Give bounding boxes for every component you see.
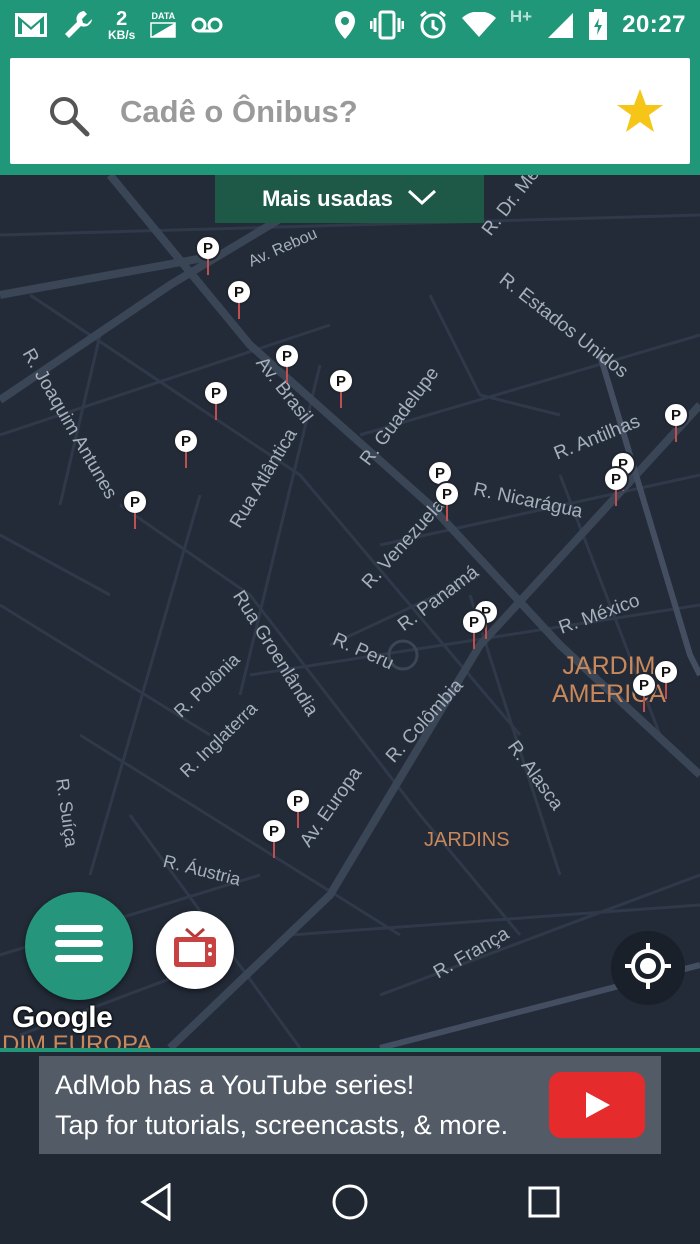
ad-headline: AdMob has a YouTube series! bbox=[55, 1070, 415, 1100]
parking-pin[interactable]: P bbox=[663, 402, 689, 444]
cell-signal-icon bbox=[546, 11, 574, 39]
data-label: DATA bbox=[151, 10, 176, 21]
battery-icon bbox=[588, 9, 608, 41]
parking-pin[interactable]: P bbox=[631, 672, 657, 714]
parking-pin[interactable]: P bbox=[173, 428, 199, 470]
status-bar: 2 KB/s DATA H+ 20:27 bbox=[0, 0, 700, 50]
ad-subtext: Tap for tutorials, screencasts, & more. bbox=[55, 1110, 509, 1140]
chevron-down-icon bbox=[407, 186, 437, 212]
voicemail-icon bbox=[191, 16, 223, 34]
gmail-icon bbox=[14, 11, 48, 39]
location-icon bbox=[334, 10, 356, 40]
search-input[interactable]: Cadê o Ônibus? bbox=[120, 94, 358, 130]
star-icon[interactable] bbox=[616, 88, 664, 139]
status-left-icons: 2 KB/s DATA bbox=[14, 6, 223, 44]
parking-pin[interactable]: P bbox=[274, 343, 300, 385]
vibrate-icon bbox=[369, 10, 404, 40]
youtube-play-icon[interactable] bbox=[549, 1072, 645, 1138]
network-speed: 2 KB/s bbox=[108, 9, 135, 41]
data-saver-icon: DATA bbox=[149, 10, 177, 39]
parking-pin[interactable]: P bbox=[285, 788, 311, 830]
parking-pin[interactable]: P bbox=[203, 380, 229, 422]
district-jardins: JARDINS bbox=[424, 829, 510, 851]
most-used-label: Mais usadas bbox=[262, 186, 393, 211]
parking-pin[interactable]: P bbox=[122, 489, 148, 531]
parking-pin[interactable]: P bbox=[603, 466, 629, 508]
parking-pin[interactable]: P bbox=[195, 235, 221, 277]
recents-button[interactable] bbox=[516, 1174, 572, 1230]
network-type: H+ bbox=[509, 7, 533, 26]
map-view[interactable]: Av. Rebou R. Dr. Me R. Estados Unidos R.… bbox=[0, 175, 700, 1048]
parking-pin[interactable]: P bbox=[434, 481, 460, 523]
district-cut-label: DIM EUROPA bbox=[2, 1031, 153, 1048]
parking-pin[interactable]: P bbox=[226, 279, 252, 321]
tv-icon bbox=[172, 927, 218, 974]
search-icon[interactable] bbox=[48, 95, 90, 142]
back-button[interactable] bbox=[128, 1174, 184, 1230]
menu-button[interactable] bbox=[25, 892, 133, 1000]
home-button[interactable] bbox=[322, 1174, 378, 1230]
wifi-icon bbox=[461, 12, 496, 38]
wrench-icon bbox=[62, 9, 94, 41]
ad-banner[interactable]: AdMob has a YouTube series! Tap for tuto… bbox=[39, 1056, 661, 1154]
parking-pin[interactable]: P bbox=[261, 818, 287, 860]
app-root: 2 KB/s DATA H+ 20:27 Cadê o Ônibus? Av. … bbox=[0, 0, 700, 1244]
crosshair-icon bbox=[623, 941, 673, 996]
system-nav-bar bbox=[0, 1156, 700, 1244]
menu-icon bbox=[55, 924, 103, 968]
ad-area: AdMob has a YouTube series! Tap for tuto… bbox=[0, 1048, 700, 1156]
status-right-icons: H+ 20:27 bbox=[334, 6, 686, 44]
my-location-button[interactable] bbox=[611, 931, 685, 1005]
tv-button[interactable] bbox=[156, 911, 234, 989]
app-header: Cadê o Ônibus? bbox=[0, 50, 700, 175]
parking-pin[interactable]: P bbox=[328, 368, 354, 410]
network-speed-unit: KB/s bbox=[108, 28, 136, 42]
parking-pin[interactable]: P bbox=[461, 609, 487, 651]
alarm-icon bbox=[418, 10, 448, 40]
most-used-dropdown[interactable]: Mais usadas bbox=[215, 175, 484, 223]
search-bar[interactable]: Cadê o Ônibus? bbox=[10, 58, 690, 164]
google-logo: Google bbox=[12, 1001, 113, 1034]
clock: 20:27 bbox=[622, 11, 686, 38]
network-speed-value: 2 bbox=[116, 8, 128, 30]
